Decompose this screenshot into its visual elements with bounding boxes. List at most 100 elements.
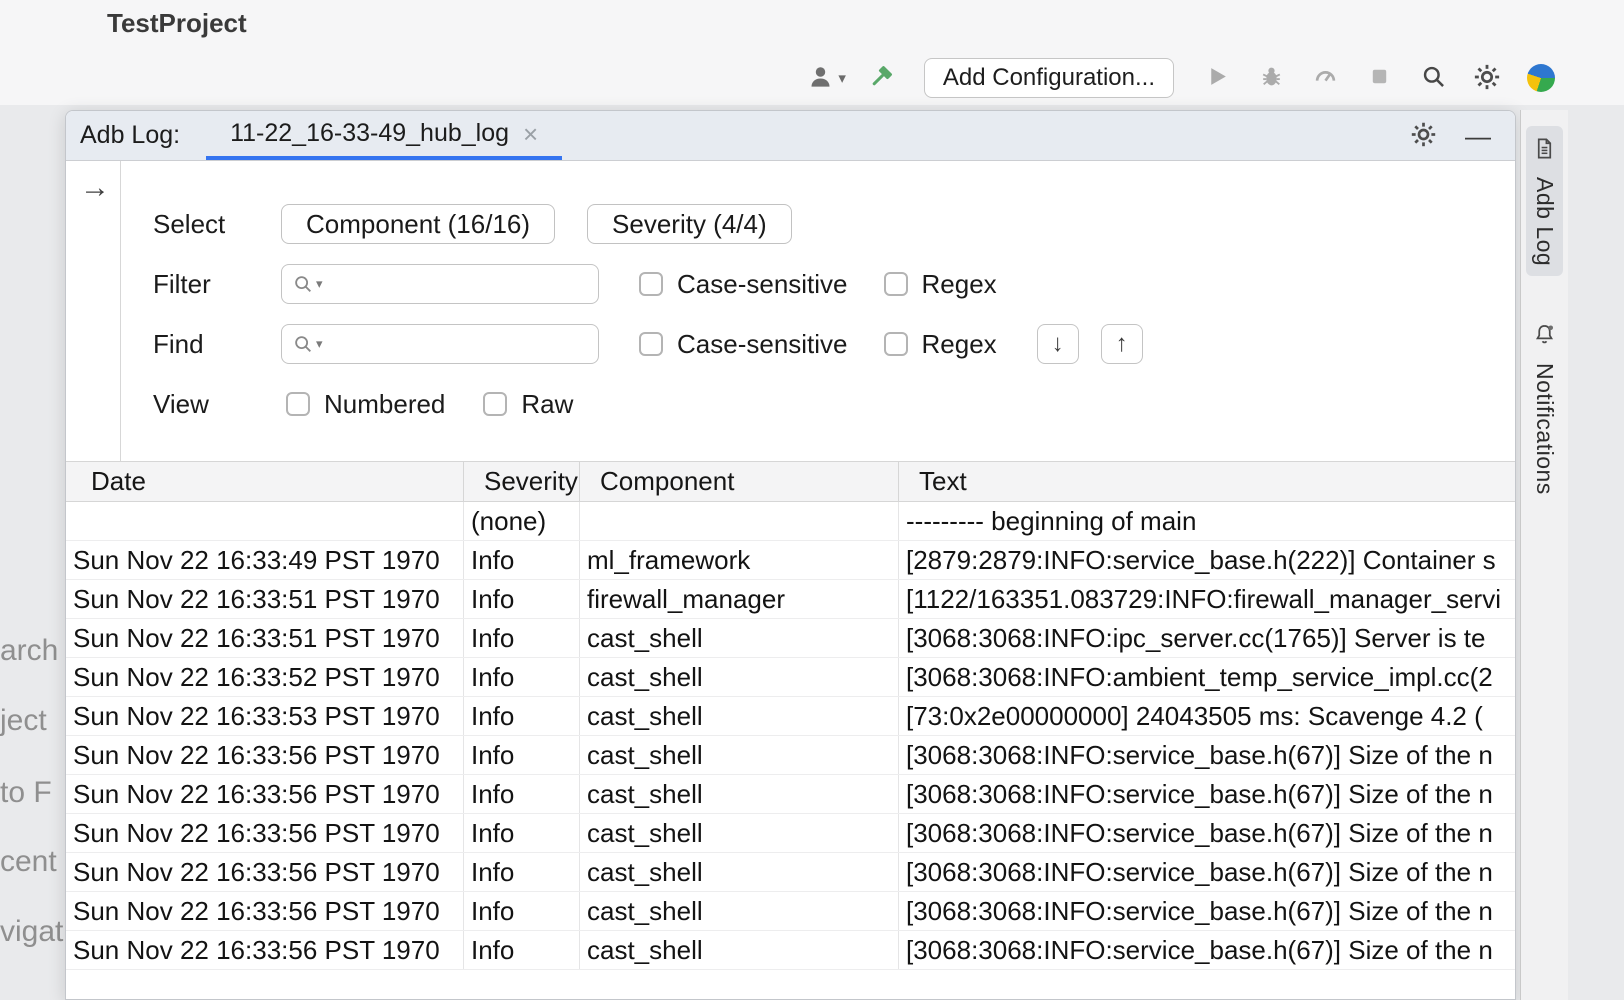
add-configuration-button[interactable]: Add Configuration... [924,58,1174,98]
run-button[interactable] [1198,58,1236,98]
cell-text: --------- beginning of main [898,502,1515,540]
run-icon [1205,64,1230,92]
panel-settings-button[interactable] [1410,121,1437,151]
checkbox-icon[interactable] [639,272,663,296]
cell-severity: Info [463,853,579,891]
component-filter-button[interactable]: Component (16/16) [281,204,555,244]
minimize-button[interactable]: — [1465,123,1491,149]
main-toolbar: ▾ Add Configuration... [807,58,1560,98]
filter-controls: Select Component (16/16) Severity (4/4) … [121,161,1515,461]
profiler-button[interactable] [1306,58,1344,98]
table-row[interactable]: Sun Nov 22 16:33:51 PST 1970Infofirewall… [66,580,1515,619]
log-table-body: (none)--------- beginning of mainSun Nov… [66,502,1515,999]
filter-text-input[interactable] [331,271,588,297]
panel-gutter: → [66,161,121,461]
cell-severity: Info [463,736,579,774]
filter-controls-area: → Select Component (16/16) Severity (4/4… [66,161,1515,461]
stop-icon [1368,65,1391,91]
search-icon [1420,63,1447,93]
table-row[interactable]: Sun Nov 22 16:33:51 PST 1970Infocast_she… [66,619,1515,658]
table-row[interactable]: Sun Nov 22 16:33:49 PST 1970Infoml_frame… [66,541,1515,580]
close-icon[interactable]: × [523,121,538,147]
table-row[interactable]: Sun Nov 22 16:33:56 PST 1970Infocast_she… [66,931,1515,970]
table-row[interactable]: Sun Nov 22 16:33:52 PST 1970Infocast_she… [66,658,1515,697]
find-search-field[interactable]: ▾ [281,324,599,364]
cell-text: [1122/163351.083729:INFO:firewall_manage… [898,580,1515,618]
log-file-tab[interactable]: 11-22_16-33-49_hub_log × [206,111,562,160]
panel-title: Adb Log: [66,121,180,150]
cell-text: [3068:3068:INFO:ambient_temp_service_imp… [898,658,1515,696]
table-row[interactable]: Sun Nov 22 16:33:53 PST 1970Infocast_she… [66,697,1515,736]
search-icon [292,333,314,355]
table-row[interactable]: Sun Nov 22 16:33:56 PST 1970Infocast_she… [66,853,1515,892]
checkbox-icon[interactable] [639,332,663,356]
settings-button[interactable] [1468,58,1506,98]
debug-button[interactable] [1252,58,1290,98]
build-button[interactable] [862,58,900,98]
collapse-arrow-button[interactable]: → [80,173,110,203]
table-row[interactable]: Sun Nov 22 16:33:56 PST 1970Infocast_she… [66,775,1515,814]
cell-severity: (none) [463,502,579,540]
view-row: View Numbered Raw [153,385,1515,423]
filter-case-sensitive-checkbox[interactable]: Case-sensitive [639,269,848,300]
cell-date: Sun Nov 22 16:33:56 PST 1970 [66,931,463,969]
checkbox-icon[interactable] [884,332,908,356]
panel-header: Adb Log: 11-22_16-33-49_hub_log × — [66,111,1515,161]
colorful-sphere-icon [1527,64,1555,92]
find-previous-button[interactable]: ↑ [1101,324,1143,364]
user-icon [807,63,834,93]
column-header-text[interactable]: Text [898,462,1515,501]
cell-text: [2879:2879:INFO:service_base.h(222)] Con… [898,541,1515,579]
stripe-item-notifications[interactable]: Notifications [1526,312,1563,505]
table-row[interactable]: Sun Nov 22 16:33:56 PST 1970Infocast_she… [66,814,1515,853]
find-regex-checkbox[interactable]: Regex [884,329,997,360]
cell-text: [73:0x2e00000000] 24043505 ms: Scavenge … [898,697,1515,735]
filter-search-field[interactable]: ▾ [281,264,599,304]
table-row[interactable]: Sun Nov 22 16:33:56 PST 1970Infocast_she… [66,892,1515,931]
cell-date [66,502,463,540]
cell-severity: Info [463,892,579,930]
filter-row: Filter ▾ Case-sensitive Regex [153,265,1515,303]
cell-component: cast_shell [579,775,898,813]
log-table-header: Date Severity Component Text [66,461,1515,502]
cell-date: Sun Nov 22 16:33:56 PST 1970 [66,736,463,774]
find-text-input[interactable] [331,331,588,357]
project-title: TestProject [107,8,247,39]
checkbox-icon[interactable] [286,392,310,416]
numbered-checkbox[interactable]: Numbered [286,389,445,420]
checkbox-icon[interactable] [483,392,507,416]
cell-severity: Info [463,775,579,813]
cell-component: cast_shell [579,736,898,774]
gauge-icon [1313,64,1338,92]
cell-date: Sun Nov 22 16:33:56 PST 1970 [66,775,463,813]
raw-checkbox[interactable]: Raw [483,389,573,420]
column-header-severity[interactable]: Severity [463,462,579,501]
column-header-date[interactable]: Date [66,462,463,501]
column-header-component[interactable]: Component [579,462,898,501]
checkbox-icon[interactable] [884,272,908,296]
profile-sphere-button[interactable] [1522,58,1560,98]
document-icon [1533,136,1556,167]
cell-date: Sun Nov 22 16:33:49 PST 1970 [66,541,463,579]
stop-button[interactable] [1360,58,1398,98]
adb-log-panel: Adb Log: 11-22_16-33-49_hub_log × — → Se… [65,110,1516,1000]
table-row[interactable]: (none) --------- beginning of main [66,502,1515,541]
gear-icon [1410,121,1437,151]
severity-filter-button[interactable]: Severity (4/4) [587,204,792,244]
tool-window-stripe: Adb Log Notifications [1520,110,1568,1000]
user-account-button[interactable]: ▾ [807,58,846,98]
table-row[interactable]: Sun Nov 22 16:33:56 PST 1970Infocast_she… [66,736,1515,775]
cell-text: [3068:3068:INFO:service_base.h(67)] Size… [898,892,1515,930]
background-text-fragment: to F [0,776,64,810]
cell-severity: Info [463,541,579,579]
window-titlebar: TestProject ▾ Add Configuration... [0,0,1624,105]
filter-regex-checkbox[interactable]: Regex [884,269,997,300]
background-text-fragment: ject [0,704,64,738]
find-next-button[interactable]: ↓ [1037,324,1079,364]
find-case-sensitive-checkbox[interactable]: Case-sensitive [639,329,848,360]
cell-component: cast_shell [579,853,898,891]
cell-severity: Info [463,931,579,969]
stripe-item-adb-log[interactable]: Adb Log [1526,126,1563,276]
search-everywhere-button[interactable] [1414,58,1452,98]
view-label: View [153,389,281,420]
